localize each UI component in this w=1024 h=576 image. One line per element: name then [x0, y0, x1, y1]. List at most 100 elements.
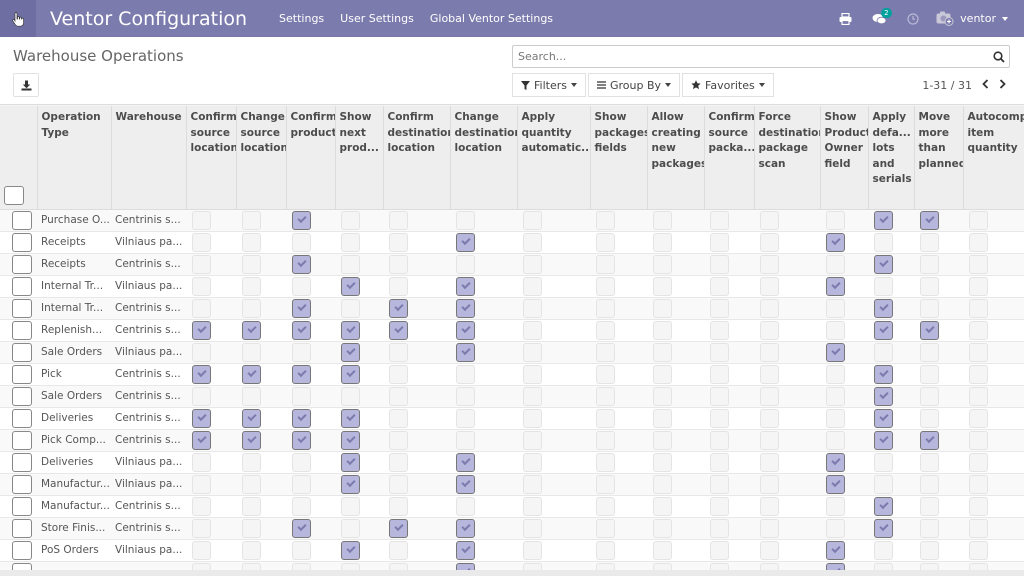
menu-settings[interactable]: Settings [271, 12, 332, 25]
boolean-cell [754, 538, 820, 561]
column-header[interactable]: Show next prod... [334, 106, 383, 210]
boolean-cell [186, 516, 236, 539]
column-header[interactable]: Force destination package scan [753, 106, 820, 210]
horizontal-scrollbar[interactable] [0, 570, 1024, 576]
table-row[interactable]: Sale Orders Vilniaus pa... [0, 340, 1024, 363]
unchecked-checkbox [920, 408, 939, 428]
table-row[interactable]: Deliveries Centrinis s... [0, 406, 1024, 429]
checked-checkbox [874, 386, 893, 406]
table-row[interactable]: Receipts Centrinis s... [0, 252, 1024, 275]
pager-value[interactable]: 1-31 / 31 [922, 79, 972, 92]
row-select-checkbox[interactable] [12, 254, 32, 274]
column-header[interactable]: Apply quantity automatic... [516, 106, 590, 210]
operation-type-cell: Pick [37, 362, 111, 385]
column-header[interactable]: Operation Type [36, 106, 111, 210]
checked-checkbox [192, 430, 211, 450]
boolean-cell [383, 472, 450, 495]
boolean-cell [383, 208, 450, 231]
boolean-cell [914, 252, 963, 275]
row-select-checkbox[interactable] [12, 342, 32, 362]
export-button[interactable] [13, 73, 39, 97]
table-row[interactable]: Internal Tr... Centrinis s... [0, 296, 1024, 319]
activities-button[interactable] [896, 0, 930, 37]
pager-previous-button[interactable] [982, 78, 989, 92]
table-row[interactable]: Receipts Vilniaus pa... [0, 230, 1024, 253]
row-select-checkbox[interactable] [12, 210, 32, 230]
print-button[interactable] [828, 0, 862, 37]
column-header[interactable]: Confirm destination location [382, 106, 450, 210]
favorites-button[interactable]: Favorites [682, 73, 774, 97]
unchecked-checkbox [653, 496, 672, 516]
row-select-checkbox[interactable] [12, 474, 32, 494]
checked-checkbox [456, 452, 475, 472]
row-select-checkbox[interactable] [12, 298, 32, 318]
search-icon[interactable] [989, 50, 1009, 63]
unchecked-checkbox [920, 254, 939, 274]
column-header[interactable]: Show packages fields [589, 106, 647, 210]
apps-menu-button[interactable] [0, 0, 36, 37]
table-row[interactable]: Replenish... Centrinis s... [0, 318, 1024, 341]
boolean-cell [186, 428, 236, 451]
row-select-checkbox[interactable] [12, 408, 32, 428]
row-select-checkbox[interactable] [12, 320, 32, 340]
column-header[interactable]: Apply defa... lots and serials [867, 106, 914, 210]
filters-button[interactable]: Filters [512, 73, 586, 97]
table-row[interactable]: Pick Centrinis s... [0, 362, 1024, 385]
unchecked-checkbox [242, 540, 261, 560]
column-header[interactable]: Change source location [235, 106, 286, 210]
table-row[interactable]: Purchase O... Centrinis s... [0, 208, 1024, 231]
search-input[interactable] [513, 46, 989, 67]
boolean-cell [868, 362, 914, 385]
table-row[interactable]: Manufactur... Centrinis s... [0, 494, 1024, 517]
warehouse-cell: Vilniaus pa... [111, 230, 186, 253]
column-header[interactable]: Allow creating new packages [646, 106, 704, 210]
column-header[interactable]: Show Product Owner field [819, 106, 868, 210]
column-header[interactable]: Confirm product [285, 106, 335, 210]
unchecked-checkbox [292, 276, 311, 296]
column-header[interactable]: Move more than planned [913, 106, 963, 210]
checked-checkbox [242, 430, 261, 450]
unchecked-checkbox [653, 254, 672, 274]
menu-user-settings[interactable]: User Settings [332, 12, 422, 25]
boolean-cell [963, 450, 1024, 473]
column-header[interactable]: Warehouse [110, 106, 186, 210]
row-select-checkbox[interactable] [12, 232, 32, 252]
unchecked-checkbox [969, 320, 988, 340]
row-select-checkbox[interactable] [12, 496, 32, 516]
table-row[interactable]: Sale Orders Centrinis s... [0, 384, 1024, 407]
column-header[interactable]: Confirm source packa... [703, 106, 754, 210]
unchecked-checkbox [341, 518, 360, 538]
select-all-checkbox[interactable] [4, 185, 24, 205]
table-row[interactable]: PoS Orders Vilniaus pa... [0, 538, 1024, 561]
messages-button[interactable]: 2 [862, 0, 896, 37]
unchecked-checkbox [653, 430, 672, 450]
table-row[interactable]: Internal Tr... Vilniaus pa... [0, 274, 1024, 297]
row-select-checkbox[interactable] [12, 386, 32, 406]
row-select-checkbox[interactable] [12, 540, 32, 560]
row-select-checkbox[interactable] [12, 276, 32, 296]
boolean-cell [754, 208, 820, 231]
row-select-checkbox[interactable] [12, 364, 32, 384]
column-header[interactable]: Confirm source location [185, 106, 236, 210]
boolean-cell [450, 538, 517, 561]
row-select-cell [0, 516, 37, 539]
boolean-cell [450, 472, 517, 495]
menu-global-ventor-settings[interactable]: Global Ventor Settings [422, 12, 561, 25]
boolean-cell [450, 318, 517, 341]
unchecked-checkbox [710, 364, 729, 384]
row-select-checkbox[interactable] [12, 518, 32, 538]
column-header[interactable]: Change destination location [449, 106, 517, 210]
column-header[interactable]: Autocomp... item quantity [962, 106, 1024, 210]
row-select-checkbox[interactable] [12, 452, 32, 472]
boolean-cell [186, 230, 236, 253]
user-menu[interactable]: ventor [930, 11, 1024, 26]
table-row[interactable]: Manufactur... Vilniaus pa... [0, 472, 1024, 495]
pager-next-button[interactable] [999, 78, 1006, 92]
boolean-cell [335, 428, 383, 451]
row-select-checkbox[interactable] [12, 430, 32, 450]
table-row[interactable]: Pick Comp... Centrinis s... [0, 428, 1024, 451]
table-row[interactable]: Deliveries Vilniaus pa... [0, 450, 1024, 473]
checked-checkbox [920, 430, 939, 450]
groupby-button[interactable]: Group By [587, 73, 681, 97]
table-row[interactable]: Store Finis... Centrinis s... [0, 516, 1024, 539]
